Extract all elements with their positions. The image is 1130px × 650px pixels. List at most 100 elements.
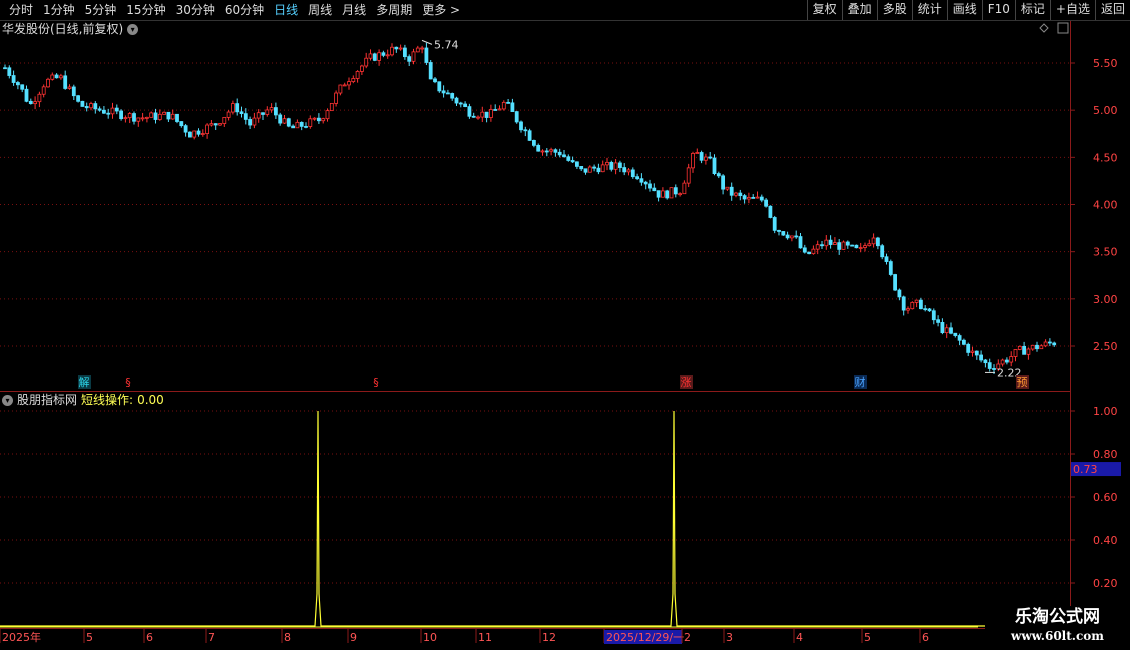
candle-body bbox=[196, 130, 201, 135]
candle-body bbox=[815, 244, 820, 250]
candle-body bbox=[1035, 344, 1039, 350]
candle-body bbox=[63, 75, 68, 89]
candle-body bbox=[949, 327, 953, 334]
candle-body bbox=[37, 93, 42, 103]
candle-body bbox=[566, 156, 571, 161]
candle-body bbox=[334, 92, 339, 104]
candle-body bbox=[71, 86, 76, 97]
candle-body bbox=[704, 156, 708, 161]
candle-body bbox=[187, 131, 192, 138]
candle-body bbox=[381, 52, 386, 56]
candle-body bbox=[992, 368, 996, 370]
candle-body bbox=[243, 113, 248, 120]
candle-body bbox=[592, 166, 596, 169]
indicator-name: 股朋指标网 bbox=[17, 393, 78, 407]
indicator-tick-label: 1.00 bbox=[1093, 405, 1118, 418]
candle-body bbox=[162, 111, 167, 115]
date-tick-label: 11 bbox=[478, 631, 492, 644]
candle-body bbox=[192, 130, 197, 138]
candle-body bbox=[609, 161, 614, 170]
candle-body bbox=[97, 108, 102, 111]
candle-body bbox=[708, 156, 713, 159]
candle-body bbox=[269, 107, 274, 111]
candle-body bbox=[562, 154, 566, 158]
candle-body bbox=[24, 88, 29, 102]
candle-body bbox=[33, 101, 37, 105]
event-marker: 解 bbox=[79, 375, 90, 389]
candle-body bbox=[252, 117, 257, 126]
candle-body bbox=[368, 53, 373, 59]
candle-body bbox=[54, 74, 59, 79]
event-marker: 财 bbox=[855, 375, 866, 389]
side-panel-edge[interactable] bbox=[1118, 20, 1130, 392]
candle-body bbox=[682, 182, 687, 195]
indicator-title-row: ▾ 股朋指标网 短线操作: 0.00 bbox=[2, 393, 164, 407]
candle-body bbox=[781, 231, 786, 236]
candle-body bbox=[532, 140, 536, 146]
candle-body bbox=[837, 242, 842, 250]
candle-body bbox=[785, 234, 790, 239]
candle-body bbox=[265, 109, 270, 115]
candle-body bbox=[876, 237, 880, 247]
candle-body bbox=[93, 103, 98, 110]
candle-body bbox=[230, 103, 235, 113]
chevron-down-icon[interactable]: ▾ bbox=[2, 394, 13, 406]
candle-body bbox=[299, 121, 304, 127]
candle-body bbox=[385, 54, 390, 57]
candle-body bbox=[1009, 356, 1014, 363]
candle-body bbox=[751, 197, 756, 199]
date-tick-label: 2025/12/29/一 bbox=[606, 631, 684, 644]
candle-body bbox=[450, 93, 455, 99]
candle-body bbox=[170, 113, 175, 120]
watermark: 乐淘公式网 www.60lt.com bbox=[985, 606, 1130, 650]
candle-body bbox=[140, 117, 145, 120]
candle-body bbox=[325, 110, 330, 120]
candle-body bbox=[661, 190, 665, 198]
candle-body bbox=[183, 125, 188, 133]
date-tick-label: 5 bbox=[864, 631, 871, 644]
candle-body bbox=[407, 56, 412, 62]
price-tick-label: 5.50 bbox=[1093, 57, 1118, 70]
candle-body bbox=[824, 239, 829, 247]
indicator-series-value: 0.00 bbox=[137, 393, 164, 407]
date-tick-label: 2 bbox=[684, 631, 691, 644]
candle-body bbox=[553, 149, 558, 153]
price-tick-label: 3.50 bbox=[1093, 246, 1118, 259]
candle-body bbox=[132, 113, 136, 122]
candle-body bbox=[437, 81, 442, 92]
kline-chart[interactable]: 5.50 5.00 4.50 4.00 3.50 3.00 2.50 1.00 0.80 0.60… bbox=[0, 0, 1130, 650]
chevron-down-icon[interactable]: ▾ bbox=[127, 23, 139, 35]
date-tick-label: 10 bbox=[423, 631, 437, 644]
candle-body bbox=[639, 178, 644, 183]
candle-body bbox=[755, 196, 760, 199]
candle-body bbox=[983, 359, 988, 364]
stock-title: 华发股份(日线,前复权) bbox=[2, 22, 124, 36]
candle-body bbox=[213, 123, 218, 126]
candle-body bbox=[476, 116, 480, 119]
candle-body bbox=[484, 111, 489, 118]
candle-body bbox=[510, 102, 515, 113]
candle-body bbox=[351, 78, 356, 83]
candle-body bbox=[596, 167, 601, 173]
candle-body bbox=[355, 71, 360, 79]
candle-body bbox=[854, 244, 859, 249]
candle-body bbox=[1013, 349, 1018, 357]
candle-body bbox=[433, 78, 437, 83]
candle-body bbox=[200, 133, 205, 135]
candle-body bbox=[966, 343, 971, 353]
candle-body bbox=[858, 247, 863, 249]
candle-body bbox=[635, 176, 639, 180]
candle-body bbox=[497, 108, 502, 111]
candle-body bbox=[123, 117, 128, 120]
candle-body bbox=[1017, 345, 1022, 350]
candle-body bbox=[50, 74, 55, 80]
candle-body bbox=[467, 106, 472, 117]
date-tick-label: 9 bbox=[350, 631, 357, 644]
date-tick-label: 8 bbox=[284, 631, 291, 644]
candle-body bbox=[411, 51, 416, 62]
candle-body bbox=[291, 125, 296, 129]
candle-body bbox=[764, 199, 768, 207]
candle-body bbox=[59, 75, 63, 79]
candle-body bbox=[364, 57, 369, 67]
candle-body bbox=[794, 235, 799, 238]
